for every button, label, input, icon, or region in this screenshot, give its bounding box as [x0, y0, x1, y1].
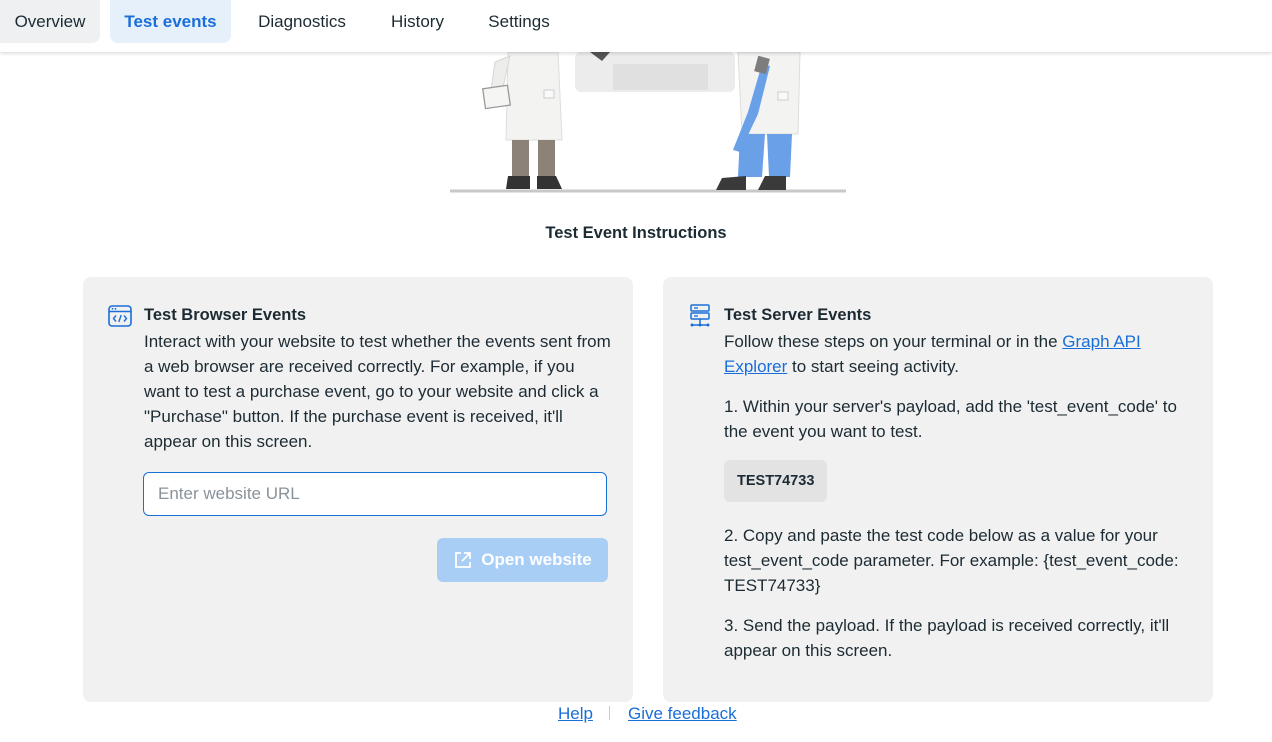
server-intro: Follow these steps on your terminal or i…	[724, 332, 1141, 376]
top-tab-bar: Overview Test events Diagnostics History…	[0, 0, 1272, 52]
external-link-icon	[455, 552, 472, 568]
tab-overview[interactable]: Overview	[0, 0, 100, 43]
step-2-text: 2. Copy and paste the test code below as…	[724, 526, 1179, 595]
test-code-badge[interactable]: TEST74733	[724, 460, 828, 502]
step-3-text: 3. Send the payload. If the payload is r…	[724, 616, 1170, 660]
test-server-events-card: Test Server Events Follow these steps on…	[663, 277, 1213, 702]
tab-settings[interactable]: Settings	[476, 0, 562, 43]
help-link[interactable]: Help	[558, 704, 593, 724]
website-url-input[interactable]	[143, 472, 607, 516]
tab-test-events[interactable]: Test events	[110, 0, 231, 43]
code-window-icon	[108, 305, 132, 327]
server-card-body: Follow these steps on your terminal or i…	[724, 329, 1194, 663]
footer-divider	[609, 706, 610, 720]
test-events-illustration	[450, 52, 846, 193]
footer-links: Help Give feedback	[0, 704, 1272, 728]
tab-history[interactable]: History	[380, 0, 455, 43]
browser-card-description: Interact with your website to test wheth…	[144, 329, 614, 454]
browser-description-text: Interact with your website to test wheth…	[144, 332, 611, 451]
browser-card-title: Test Browser Events	[144, 306, 307, 324]
tab-diagnostics[interactable]: Diagnostics	[247, 0, 357, 43]
test-browser-events-card: Test Browser Events Interact with your w…	[83, 277, 633, 702]
step-1-text: 1. Within your server's payload, add the…	[724, 397, 1177, 441]
open-website-button[interactable]: Open website	[437, 538, 608, 582]
server-icon	[690, 304, 710, 327]
open-website-label: Open website	[481, 550, 592, 569]
server-card-title: Test Server Events	[724, 306, 872, 324]
give-feedback-link[interactable]: Give feedback	[628, 704, 737, 724]
instructions-title: Test Event Instructions	[545, 224, 727, 242]
